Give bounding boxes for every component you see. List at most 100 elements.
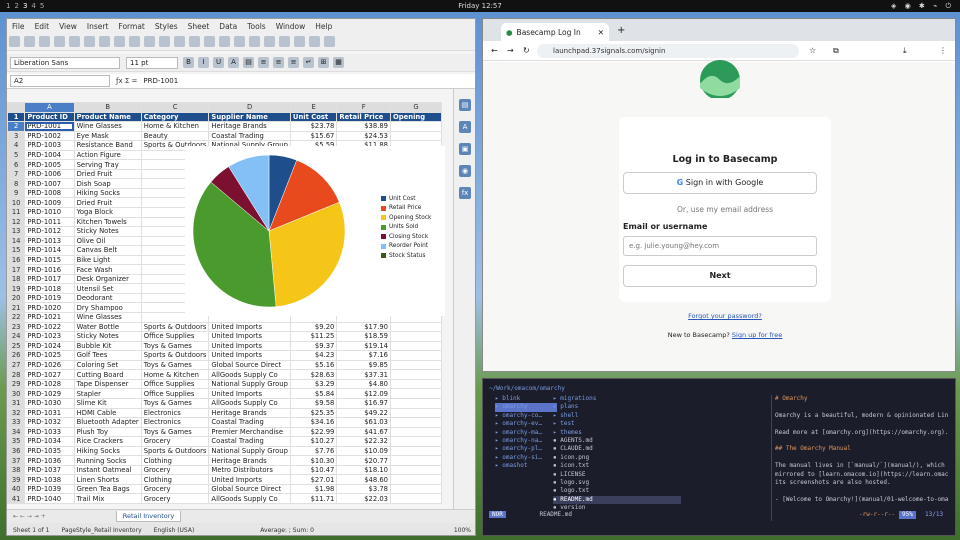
table-cell[interactable]: Action Figure (73, 149, 142, 161)
table-cell[interactable]: PRD-1024 (24, 340, 75, 352)
menu-edit[interactable]: Edit (30, 22, 55, 31)
table-cell[interactable]: AllGoods Supply Co (208, 493, 291, 504)
file-item[interactable]: ▸ migrations (553, 395, 681, 403)
reload-icon[interactable]: ↻ (523, 46, 530, 55)
dir-item[interactable]: ▸ omarchy (495, 403, 557, 412)
name-box[interactable]: A2 (10, 75, 110, 87)
row-icon[interactable] (219, 36, 230, 47)
table-cell[interactable]: PRD-1036 (24, 455, 75, 466)
workspace-1[interactable]: 1 (4, 2, 12, 10)
row-number[interactable]: 12 (7, 216, 26, 228)
table-cell[interactable] (390, 455, 442, 466)
dir-item[interactable]: ▸ blink (495, 395, 557, 403)
table-cell[interactable]: Action Figure (73, 502, 142, 504)
clear-icon[interactable] (144, 36, 155, 47)
email-field[interactable] (623, 236, 817, 256)
back-icon[interactable]: ← (491, 46, 498, 55)
table-cell[interactable]: PRD-1039 (24, 483, 75, 495)
table-cell[interactable]: $22.32 (336, 436, 392, 447)
row-number[interactable]: 36 (7, 445, 26, 457)
table-cell[interactable]: $3.29 (289, 378, 338, 390)
menu-insert[interactable]: Insert (82, 22, 114, 31)
header-cell[interactable]: Product Name (73, 111, 142, 123)
file-item[interactable]: ▸ plans (553, 403, 681, 411)
workspace-5[interactable]: 5 (38, 2, 46, 10)
cut-icon[interactable] (84, 36, 95, 47)
table-cell[interactable]: Global Source Direct (208, 359, 291, 371)
file-item[interactable]: ▪ LICENSE (553, 471, 681, 479)
new-icon[interactable] (9, 36, 20, 47)
table-cell[interactable]: PRD-1012 (24, 226, 75, 237)
row-number[interactable]: 28 (7, 369, 26, 380)
table-cell[interactable]: $10.47 (289, 464, 338, 476)
row-number[interactable]: 38 (7, 464, 26, 476)
tab-nav-icons[interactable]: ⇤ ← → ⇥ + (13, 513, 46, 520)
table-cell[interactable]: National Supply Group (208, 445, 291, 457)
table-cell[interactable]: $9.58 (289, 397, 338, 409)
corner-cell[interactable] (7, 102, 26, 113)
table-cell[interactable]: $22.03 (336, 493, 392, 504)
table-cell[interactable]: Plush Toy (73, 426, 142, 438)
table-cell[interactable]: Home & Kitchen (140, 369, 210, 380)
table-cell[interactable]: Heritage Brands (208, 502, 291, 504)
table-cell[interactable]: Metro Distributors (208, 464, 291, 476)
dir-item[interactable]: ▸ omarchy-ma… (495, 429, 557, 437)
file-item[interactable]: ▸ test (553, 420, 681, 428)
row-number[interactable]: 33 (7, 417, 26, 428)
table-cell[interactable]: PRD-1013 (24, 235, 75, 247)
table-cell[interactable]: $9.85 (336, 359, 392, 371)
table-cell[interactable]: PRD-1041 (24, 502, 75, 504)
row-number[interactable]: 30 (7, 388, 26, 399)
row-number[interactable]: 31 (7, 397, 26, 409)
column-header-c[interactable]: C (140, 102, 210, 113)
font-color-icon[interactable]: A (228, 57, 239, 68)
properties-icon[interactable]: ▤ (459, 99, 471, 111)
table-cell[interactable]: PRD-1016 (24, 264, 75, 275)
clone-icon[interactable] (129, 36, 140, 47)
table-cell[interactable]: Electronics (140, 407, 210, 419)
table-cell[interactable]: Cutting Board (73, 369, 142, 380)
row-number[interactable]: 21 (7, 302, 26, 314)
row-number[interactable]: 10 (7, 197, 26, 208)
table-cell[interactable] (390, 397, 442, 409)
table-cell[interactable] (390, 121, 442, 132)
undo-icon[interactable] (159, 36, 170, 47)
new-tab-icon[interactable]: + (617, 25, 625, 36)
highlight-icon[interactable]: ▤ (243, 57, 254, 68)
table-cell[interactable]: Sports & Outdoors (140, 350, 210, 361)
url-input[interactable]: launchpad.37signals.com/signin (537, 43, 799, 58)
menu-styles[interactable]: Styles (150, 22, 183, 31)
menu-icon[interactable]: ⋮ (939, 46, 947, 55)
file-item[interactable]: ▸ themes (553, 429, 681, 437)
table-cell[interactable]: United Imports (208, 331, 291, 342)
menu-file[interactable]: File (7, 22, 30, 31)
table-cell[interactable]: Olive Oil (73, 235, 142, 247)
table-cell[interactable]: Instant Oatmeal (73, 464, 142, 476)
header-cell[interactable]: Category (140, 111, 210, 123)
table-cell[interactable]: Grocery (140, 483, 210, 495)
row-number[interactable]: 17 (7, 264, 26, 275)
pivot-icon[interactable] (324, 36, 335, 47)
table-cell[interactable] (390, 378, 442, 390)
table-cell[interactable] (390, 502, 442, 504)
row-number[interactable]: 24 (7, 331, 26, 342)
row-number[interactable]: 13 (7, 226, 26, 237)
formula-input[interactable]: PRD-1001 (143, 77, 178, 85)
table-cell[interactable]: United Imports (208, 388, 291, 399)
workspace-2[interactable]: 2 (12, 2, 20, 10)
table-cell[interactable]: Dry Shampoo (73, 302, 142, 314)
table-cell[interactable]: Hiking Socks (73, 445, 142, 457)
workspace-4[interactable]: 4 (29, 2, 37, 10)
column-header-f[interactable]: F (336, 102, 392, 113)
row-number[interactable]: 16 (7, 254, 26, 266)
table-cell[interactable]: Golf Tees (73, 350, 142, 361)
table-cell[interactable]: Sports & Outdoors (140, 445, 210, 457)
system-tray[interactable]: ◈ ◉ ✱ ⌁ ⏻ (891, 0, 954, 12)
align-center-icon[interactable]: ≡ (273, 57, 284, 68)
table-cell[interactable]: Canvas Belt (73, 245, 142, 256)
table-cell[interactable]: $20.77 (336, 455, 392, 466)
table-cell[interactable]: PRD-1040 (24, 493, 75, 504)
header-cell[interactable]: Supplier Name (208, 111, 291, 123)
row-number[interactable]: 4 (7, 140, 26, 151)
row-number[interactable]: 2 (7, 121, 26, 132)
